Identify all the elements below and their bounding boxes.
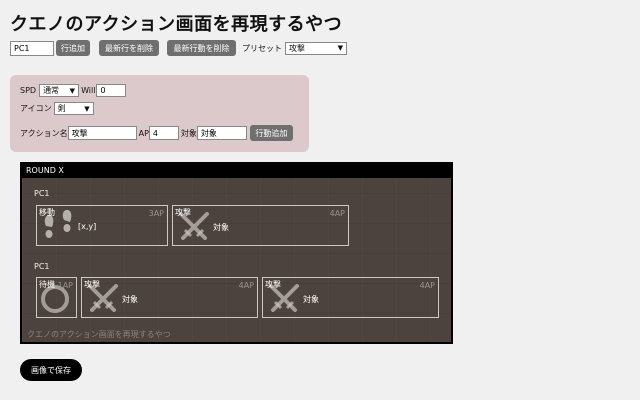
action-name: 攻撃 <box>84 280 100 289</box>
save-image-button[interactable]: 画像で保存 <box>20 359 82 381</box>
spd-select[interactable]: 通常 ▼ <box>39 84 80 97</box>
preset-label: プリセット <box>242 43 282 53</box>
add-row-button[interactable]: 行追加 <box>56 40 90 56</box>
ap-label: AP <box>138 128 149 138</box>
action-target: 対象 <box>122 295 138 304</box>
row-name-input[interactable] <box>10 40 54 56</box>
action-target: 対象 <box>303 295 319 304</box>
round-panel: ROUND X PC1 移動 3AP [x,y] 攻撃 4AP 対象 PC1 待… <box>20 162 453 344</box>
action-name: 待機 <box>39 280 55 289</box>
action-name-input[interactable] <box>67 126 137 140</box>
will-label: Will <box>81 86 96 95</box>
action-form-panel: SPD 通常 ▼ Will アイコン 剣 ▼ アクション名 AP 対象 行動追加 <box>10 75 309 152</box>
action-ap: 1AP <box>57 281 73 290</box>
add-action-button[interactable]: 行動追加 <box>249 125 293 141</box>
action-card[interactable]: 攻撃 4AP 対象 <box>262 277 439 318</box>
chevron-down-icon: ▼ <box>69 86 76 95</box>
row-label: PC1 <box>34 189 50 198</box>
will-input[interactable] <box>96 84 127 97</box>
action-card[interactable]: 攻撃 4AP 対象 <box>81 277 258 318</box>
page-title: クエノのアクション画面を再現するやつ <box>10 14 343 35</box>
spd-label: SPD <box>20 86 37 95</box>
round-background <box>22 178 451 342</box>
chevron-down-icon: ▼ <box>84 104 90 113</box>
icon-select-value: 剣 <box>57 104 66 113</box>
spd-select-value: 通常 <box>43 86 60 95</box>
target-input[interactable] <box>196 126 247 140</box>
action-name: 攻撃 <box>175 208 191 217</box>
icon-select[interactable]: 剣 ▼ <box>53 102 94 115</box>
action-card[interactable]: 待機 1AP <box>36 277 77 318</box>
delete-last-action-button[interactable]: 最新行動を削除 <box>167 40 236 56</box>
target-label: 対象 <box>180 128 197 138</box>
round-footer-text: クエノのアクション画面を再現するやつ <box>27 330 171 339</box>
action-target: 対象 <box>213 223 229 232</box>
action-card[interactable]: 移動 3AP [x,y] <box>36 205 168 246</box>
action-target: [x,y] <box>78 222 97 231</box>
delete-last-row-button[interactable]: 最新行を削除 <box>99 40 159 56</box>
action-name: 移動 <box>39 208 55 217</box>
chevron-down-icon: ▼ <box>337 44 343 52</box>
action-ap: 4AP <box>419 281 435 290</box>
action-name: 攻撃 <box>265 280 281 289</box>
preset-select-value: 攻撃 <box>289 43 305 53</box>
icon-label: アイコン <box>20 104 52 113</box>
action-ap: 4AP <box>329 209 345 218</box>
action-name-label: アクション名 <box>20 128 68 138</box>
action-ap: 4AP <box>238 281 254 290</box>
action-ap: 3AP <box>148 209 164 218</box>
round-header: ROUND X <box>22 164 451 178</box>
toolbar: 行追加 最新行を削除 最新行動を削除 プリセット 攻撃 ▼ <box>10 40 347 56</box>
row-label: PC1 <box>34 262 50 271</box>
preset-select[interactable]: 攻撃 ▼ <box>285 41 347 55</box>
ap-input[interactable] <box>148 126 179 140</box>
action-card[interactable]: 攻撃 4AP 対象 <box>172 205 349 246</box>
